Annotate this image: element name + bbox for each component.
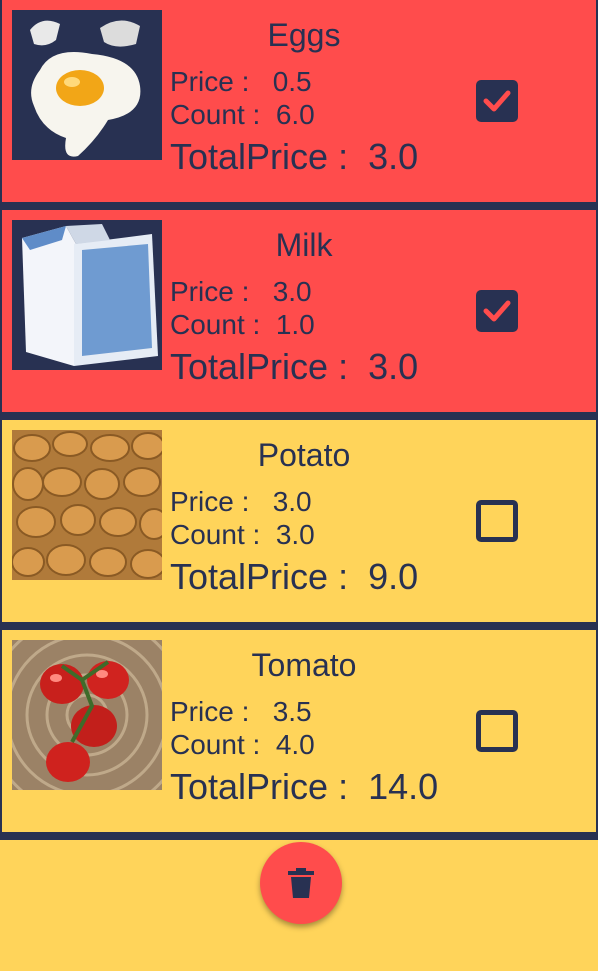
potato-image [12, 430, 162, 580]
item-count: Count : 4.0 [170, 729, 315, 760]
item-price: Price : 0.5 [170, 66, 312, 97]
item-total-price: TotalPrice : 3.0 [170, 136, 419, 177]
item-name: Tomato [251, 647, 357, 683]
list-item-milk[interactable]: Milk Price : 3.0 Count : 1.0 TotalPrice … [0, 210, 598, 412]
item-count: Count : 1.0 [170, 309, 315, 340]
item-total-price: TotalPrice : 3.0 [170, 346, 419, 387]
divider [0, 622, 598, 630]
item-name: Eggs [267, 17, 341, 53]
item-price: Price : 3.5 [170, 696, 312, 727]
item-checkbox[interactable] [476, 500, 518, 542]
eggs-image [12, 10, 162, 160]
divider [0, 832, 598, 840]
item-total-price: TotalPrice : 9.0 [170, 556, 419, 597]
trash-icon [288, 868, 314, 898]
checkmark-icon [483, 90, 511, 112]
divider [0, 202, 598, 210]
delete-button[interactable] [260, 842, 342, 924]
tomato-image [12, 640, 162, 790]
item-count: Count : 6.0 [170, 99, 315, 130]
list-item-tomato[interactable]: Tomato Price : 3.5 Count : 4.0 TotalPric… [0, 630, 598, 832]
item-checkbox[interactable] [476, 80, 518, 122]
shopping-list: Eggs Price : 0.5 Count : 6.0 TotalPrice … [0, 0, 598, 840]
item-name: Milk [275, 227, 333, 263]
item-price: Price : 3.0 [170, 486, 312, 517]
item-name: Potato [257, 437, 351, 473]
item-count: Count : 3.0 [170, 519, 315, 550]
item-checkbox[interactable] [476, 710, 518, 752]
list-item-potato[interactable]: Potato Price : 3.0 Count : 3.0 TotalPric… [0, 420, 598, 622]
item-price: Price : 3.0 [170, 276, 312, 307]
milk-image [12, 220, 162, 370]
item-checkbox[interactable] [476, 290, 518, 332]
list-item-eggs[interactable]: Eggs Price : 0.5 Count : 6.0 TotalPrice … [0, 0, 598, 202]
item-total-price: TotalPrice : 14.0 [170, 766, 439, 807]
checkmark-icon [483, 300, 511, 322]
divider [0, 412, 598, 420]
